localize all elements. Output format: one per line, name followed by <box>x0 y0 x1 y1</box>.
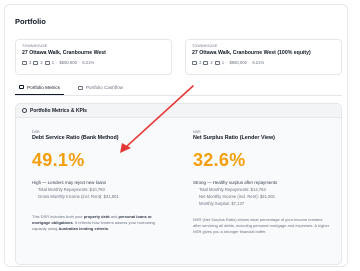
property-price: $650,000 <box>229 60 247 65</box>
property-card[interactable]: TOWNHOUSE 27 Ottawa Walk, Cranbourne Wes… <box>15 39 172 75</box>
metric-note: NSR (Net Surplus Ratio) shows what perce… <box>193 217 330 234</box>
metric-status: Strong — Healthy surplus after repayment… <box>193 180 278 185</box>
bed-icon <box>192 60 197 65</box>
metric-code: DSR <box>32 130 40 134</box>
metric-code: NSR <box>193 130 201 134</box>
car-icon <box>44 60 50 65</box>
property-type: TOWNHOUSE <box>22 44 48 48</box>
metric-value: 32.6% <box>193 150 246 170</box>
property-stats: 3 2 1 · $650,000 · 6.21% <box>22 60 165 65</box>
property-name: 27 Ottawa Walk, Cranbourne West <box>22 50 106 56</box>
tab-portfolio-metrics[interactable]: Portfolio Metrics <box>15 82 64 95</box>
metric-repayments: Total Monthly Repayments: $14,763 <box>199 187 266 192</box>
metric-status: High — Lenders may reject new loans <box>32 180 107 185</box>
car-icon <box>214 60 220 65</box>
property-price: $650,000 <box>59 60 77 65</box>
metric-repayments: Total Monthly Repayments: $10,783 <box>38 187 105 192</box>
section-title: Portfolio Metrics & KPIs <box>30 107 87 114</box>
dsr-metric-card: DSR Debt Service Ratio (Bank Method) 49.… <box>26 124 176 260</box>
gauge-icon <box>22 108 27 113</box>
bath-icon <box>33 60 39 65</box>
metric-surplus: Monthly Surplus: $7,137 <box>199 201 245 206</box>
metric-title: Net Surplus Ratio (Lender View) <box>193 135 275 141</box>
property-yield: 6.21% <box>252 60 265 65</box>
metrics-section: Portfolio Metrics & KPIs DSR Debt Servic… <box>15 103 342 265</box>
metric-income: Net Monthly Income (incl. Rent): $21,901 <box>199 194 276 199</box>
page-title: Portfolio <box>15 17 46 26</box>
tab-portfolio-cashflow[interactable]: Portfolio Cashflow <box>74 82 127 95</box>
bath-icon <box>203 60 209 65</box>
metric-value: 49.1% <box>32 150 85 170</box>
tab-bar: Portfolio Metrics Portfolio Cashflow <box>15 82 342 96</box>
metric-title: Debt Service Ratio (Bank Method) <box>32 135 119 141</box>
bed-icon <box>22 60 27 65</box>
property-card[interactable]: TOWNHOUSE 27 Ottawa Walk, Cranbourne Wes… <box>185 39 342 75</box>
portfolio-page: Portfolio TOWNHOUSE 27 Ottawa Walk, Cran… <box>4 4 348 267</box>
nsr-metric-card: NSR Net Surplus Ratio (Lender View) 32.6… <box>187 124 337 260</box>
chart-icon <box>19 85 24 89</box>
metric-note: This DSR includes both your property deb… <box>32 214 155 231</box>
property-name: 27 Ottawa Walk, Cranbourne West (100% eq… <box>192 50 311 56</box>
metric-income: Gross Monthly Income (incl. Rent): $21,9… <box>38 194 119 199</box>
property-yield: 6.21% <box>82 60 95 65</box>
section-header: Portfolio Metrics & KPIs <box>16 104 341 118</box>
property-stats: 3 2 1 · $650,000 · 6.21% <box>192 60 335 65</box>
cashflow-icon <box>77 85 83 90</box>
property-type: TOWNHOUSE <box>192 44 218 48</box>
